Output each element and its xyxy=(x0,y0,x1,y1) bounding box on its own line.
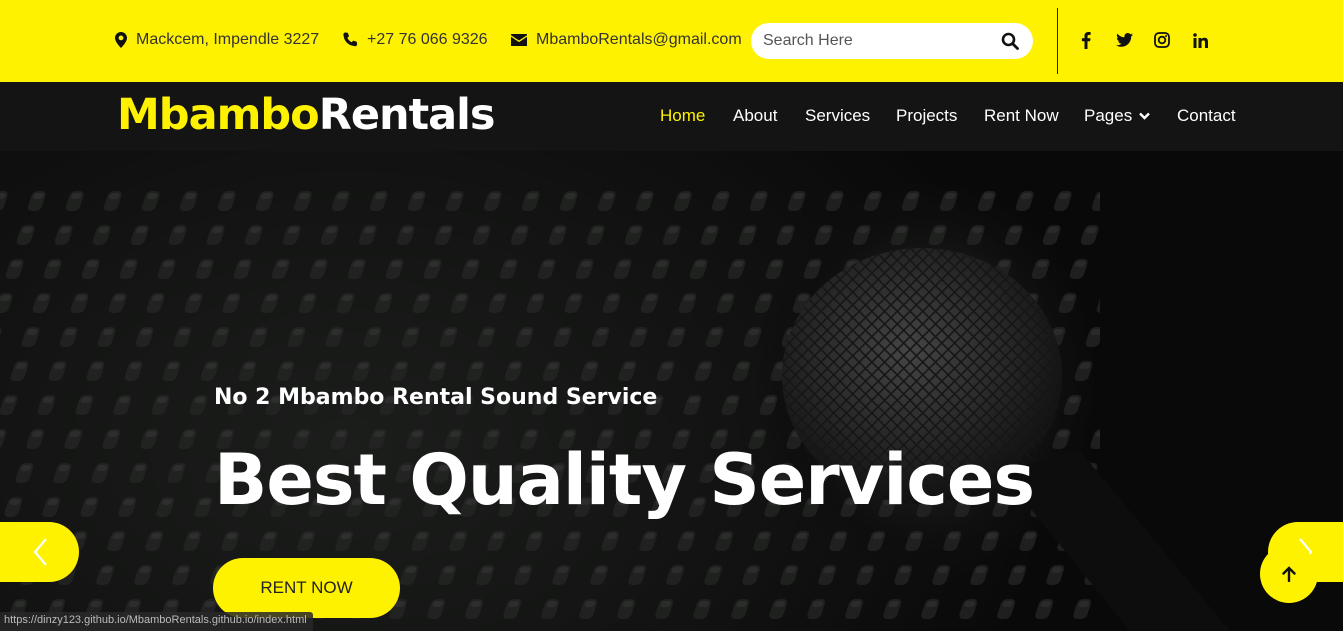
back-to-top-button[interactable] xyxy=(1260,545,1318,603)
twitter-icon[interactable] xyxy=(1114,30,1134,50)
nav-item-pages-label: Pages xyxy=(1084,106,1133,125)
search-box xyxy=(751,23,1033,59)
hero-carousel: No 2 Mbambo Rental Sound Service Best Qu… xyxy=(0,151,1343,631)
nav-item-about[interactable]: About xyxy=(733,106,777,126)
nav-item-projects[interactable]: Projects xyxy=(896,106,957,126)
divider xyxy=(1057,8,1058,74)
search-icon[interactable] xyxy=(1001,32,1019,50)
rent-now-button[interactable]: RENT NOW xyxy=(213,558,400,618)
nav-item-rent-now[interactable]: Rent Now xyxy=(984,106,1059,126)
arrow-up-icon xyxy=(1282,566,1296,582)
main-navbar: MbamboRentals Home About Services Projec… xyxy=(0,82,1343,151)
chevron-down-icon xyxy=(1139,112,1151,120)
nav-item-services[interactable]: Services xyxy=(805,106,870,126)
linkedin-icon[interactable] xyxy=(1190,30,1210,50)
hero-subtitle: No 2 Mbambo Rental Sound Service xyxy=(214,385,658,410)
email-text: MbamboRentals@gmail.com xyxy=(536,31,742,48)
hero-overlay xyxy=(0,151,1343,631)
map-marker-icon xyxy=(115,32,127,48)
phone-icon xyxy=(343,32,358,47)
address-info: Mackcem, Impendle 3227 xyxy=(115,31,319,49)
instagram-icon[interactable] xyxy=(1152,30,1172,50)
search-input[interactable] xyxy=(763,23,993,59)
top-bar: Mackcem, Impendle 3227 +27 76 066 9326 M… xyxy=(0,0,1343,82)
envelope-icon xyxy=(511,34,527,46)
facebook-icon[interactable] xyxy=(1076,30,1096,50)
nav-item-pages[interactable]: Pages xyxy=(1084,106,1151,126)
address-text: Mackcem, Impendle 3227 xyxy=(136,31,320,48)
phone-text: +27 76 066 9326 xyxy=(367,31,488,48)
brand-name-part2: Rentals xyxy=(318,90,496,140)
email-info: MbamboRentals@gmail.com xyxy=(511,31,742,49)
browser-status-url: https://dinzy123.github.io/MbamboRentals… xyxy=(0,612,313,631)
nav-item-contact[interactable]: Contact xyxy=(1177,106,1236,126)
chevron-left-icon xyxy=(33,538,47,566)
phone-info: +27 76 066 9326 xyxy=(342,31,488,49)
brand-logo[interactable]: MbamboRentals xyxy=(117,90,496,140)
brand-name-part1: Mbambo xyxy=(117,90,320,140)
nav-item-home[interactable]: Home xyxy=(660,106,705,126)
carousel-prev-button[interactable] xyxy=(0,522,79,582)
hero-title: Best Quality Services xyxy=(214,439,1035,521)
